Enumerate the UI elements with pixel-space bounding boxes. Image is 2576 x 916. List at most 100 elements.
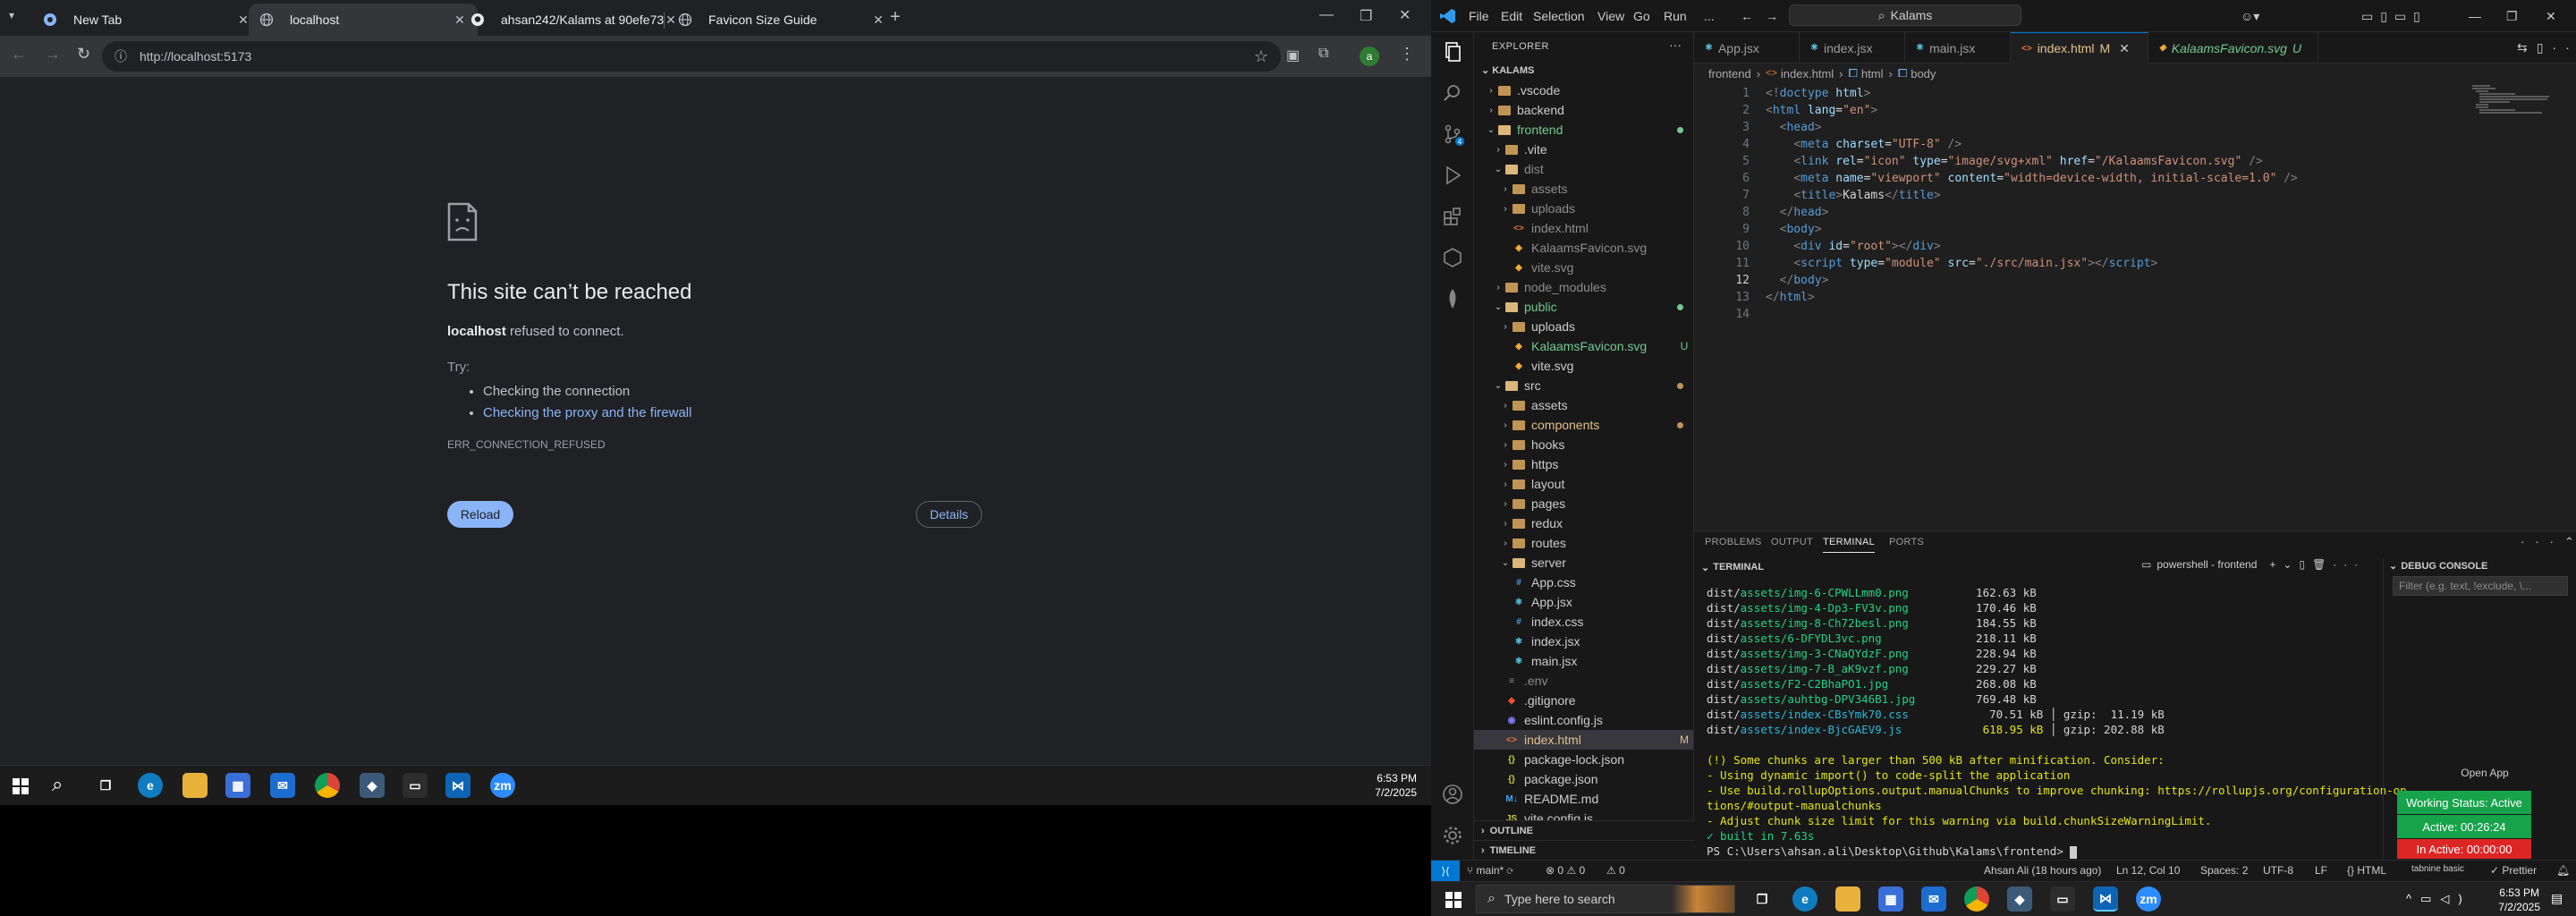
file-item[interactable]: # App.css [1474, 572, 1693, 592]
folder-item[interactable]: ⌄ public [1474, 297, 1693, 317]
file-item[interactable]: ≡ .env [1474, 671, 1693, 691]
proxy-firewall-link[interactable]: Checking the proxy and the firewall [483, 405, 691, 420]
folder-item[interactable]: › https [1474, 454, 1693, 474]
editor-tab-app-jsx[interactable]: ⚛ App.jsx [1694, 32, 1800, 64]
terminal-actions-icons[interactable]: +⌄▯🗑··· [2269, 558, 2365, 571]
folder-item[interactable]: › hooks [1474, 435, 1693, 454]
file-item[interactable]: {} package-lock.json [1474, 750, 1693, 769]
file-item[interactable]: ⚛ App.jsx [1474, 592, 1693, 612]
folder-item[interactable]: ⌄ server [1474, 553, 1693, 572]
run-debug-icon[interactable] [1440, 163, 1465, 188]
remote-indicator-icon[interactable]: ⟩⟨ [1431, 861, 1460, 881]
search-icon[interactable] [1440, 81, 1465, 106]
app-icon[interactable]: ◆ [2007, 886, 2032, 912]
editor-tab-index-jsx[interactable]: ⚛ index.jsx [1800, 32, 1905, 64]
extension-icon[interactable]: ▣ [1286, 47, 1300, 64]
more-actions-icon[interactable]: ··· [1669, 38, 1682, 52]
file-item[interactable]: ⚛ main.jsx [1474, 651, 1693, 671]
folder-item[interactable]: ⌄ frontend [1474, 120, 1693, 140]
settings-gear-icon[interactable] [1440, 823, 1465, 848]
folder-item[interactable]: ⌄ dist [1474, 159, 1693, 179]
git-branch[interactable]: ⑂ main* ⟳ [1467, 864, 1513, 877]
folder-item[interactable]: › node_modules [1474, 277, 1693, 297]
folder-item[interactable]: › backend [1474, 100, 1693, 120]
edge-icon[interactable]: e [138, 773, 163, 798]
folder-item[interactable]: › .vscode [1474, 81, 1693, 100]
store-icon[interactable]: ▦ [225, 773, 250, 798]
panel-tab-terminal[interactable]: TERMINAL [1823, 537, 1876, 553]
file-item[interactable]: {} package.json [1474, 769, 1693, 789]
panel-tab-problems[interactable]: PROBLEMS [1705, 537, 1762, 547]
app-icon[interactable]: ◆ [360, 773, 385, 798]
folder-item[interactable]: › routes [1474, 533, 1693, 553]
problems-count[interactable]: ⊗ 0 ⚠ 0 [1546, 864, 1585, 877]
extensions-icon[interactable] [1440, 204, 1465, 229]
mail-icon[interactable]: ✉ [270, 773, 295, 798]
details-button[interactable]: Details [916, 501, 982, 528]
file-item[interactable]: ◈ vite.svg [1474, 258, 1693, 277]
debug-filter-input[interactable]: Filter (e.g. text, !exclude, \... [2393, 576, 2568, 596]
tabnine-open-app[interactable]: Open App [2440, 766, 2529, 780]
workspace-root[interactable]: ⌄ KALAMS [1481, 64, 1534, 76]
folder-item[interactable]: › assets [1474, 179, 1693, 199]
nav-back-icon[interactable]: ← [1741, 9, 1753, 23]
bookmark-star-icon[interactable]: ☆ [1254, 47, 1268, 66]
close-tab-icon[interactable]: ✕ [871, 13, 886, 28]
cursor-position[interactable]: Ln 12, Col 10 [2116, 864, 2180, 877]
mail-icon[interactable]: ✉ [1921, 886, 1946, 912]
account-icon[interactable] [1440, 782, 1465, 807]
terminal-output[interactable]: dist/assets/img-6-CPWLLmm0.png 162.63 kB… [1707, 585, 2407, 859]
menu-run[interactable]: Run [1664, 9, 1687, 23]
file-item[interactable]: # index.css [1474, 612, 1693, 632]
file-item[interactable]: <> index.html [1474, 218, 1693, 238]
editor-actions-icons[interactable]: ⇆▯··· [2517, 40, 2576, 55]
prettier-status[interactable]: ✓ Prettier [2490, 864, 2537, 877]
tab-localhost[interactable]: localhost ✕ [249, 4, 478, 36]
folder-item[interactable]: › assets [1474, 395, 1693, 415]
file-item[interactable]: M↓ README.md [1474, 789, 1693, 809]
terminal-instance[interactable]: ▭ powershell - frontend +⌄▯🗑··· [2141, 558, 2365, 571]
mongodb-leaf-icon[interactable] [1440, 286, 1465, 311]
zoom-icon[interactable]: zm [2136, 886, 2161, 912]
source-control-icon[interactable]: 4 [1440, 122, 1465, 147]
file-item[interactable]: ◈ KalaamsFavicon.svg U [1474, 336, 1693, 356]
menu-more[interactable]: ... [1704, 9, 1715, 23]
folder-item[interactable]: › uploads [1474, 199, 1693, 218]
layout-icons[interactable]: ▭▯▭▯ [2361, 9, 2428, 24]
new-tab-icon[interactable]: + [890, 7, 901, 28]
breadcrumb-item[interactable]: index.html [1781, 67, 1834, 81]
file-item[interactable]: <> index.html M [1474, 730, 1693, 750]
code-editor[interactable]: 1 <!doctype html> 2 <html lang="en"> 3 <head… [1694, 83, 2576, 530]
forward-icon[interactable]: → [45, 45, 61, 64]
explorer-icon[interactable] [1440, 39, 1465, 64]
eol[interactable]: LF [2315, 864, 2327, 877]
terminal-icon[interactable]: ▭ [2050, 886, 2075, 912]
breadcrumb-item[interactable]: frontend [1708, 67, 1751, 81]
terminal-icon[interactable]: ▭ [402, 773, 428, 798]
chrome-icon[interactable] [1964, 886, 1989, 912]
more-menu-icon[interactable]: ⋮ [1399, 45, 1415, 64]
reload-button[interactable]: Reload [447, 501, 513, 528]
profile-avatar[interactable]: a [1360, 47, 1379, 66]
vscode-icon[interactable]: ⋈ [2093, 886, 2118, 912]
search-icon[interactable]: ⌕ [52, 773, 63, 796]
tray-icons[interactable]: ^▭◁) [2406, 892, 2471, 906]
reload-icon[interactable]: ↻ [77, 45, 90, 64]
editor-tab-index-html[interactable]: <> index.html M ✕ [2011, 32, 2148, 64]
breadcrumb-item[interactable]: html [1861, 67, 1884, 81]
task-view-icon[interactable]: ❐ [1750, 886, 1775, 912]
file-item[interactable]: ⚛ index.jsx [1474, 632, 1693, 651]
menu-selection[interactable]: Selection [1533, 9, 1585, 23]
folder-item[interactable]: › .vite [1474, 140, 1693, 159]
folder-item[interactable]: › uploads [1474, 317, 1693, 336]
close-tab-icon[interactable]: ✕ [2119, 41, 2130, 56]
editor-tab-favicon-svg[interactable]: ◈ KalaamsFavicon.svg U [2148, 32, 2318, 64]
file-item[interactable]: ◆ .gitignore [1474, 691, 1693, 710]
file-item[interactable]: ◉ eslint.config.js [1474, 710, 1693, 730]
menu-go[interactable]: Go [1633, 9, 1650, 23]
copilot-icon[interactable]: ☺▾ [2241, 9, 2259, 24]
folder-item[interactable]: › layout [1474, 474, 1693, 494]
file-explorer-icon[interactable] [1835, 886, 1860, 912]
menu-edit[interactable]: Edit [1501, 9, 1522, 23]
tabnine-status[interactable]: tabnine basic [2411, 864, 2464, 874]
